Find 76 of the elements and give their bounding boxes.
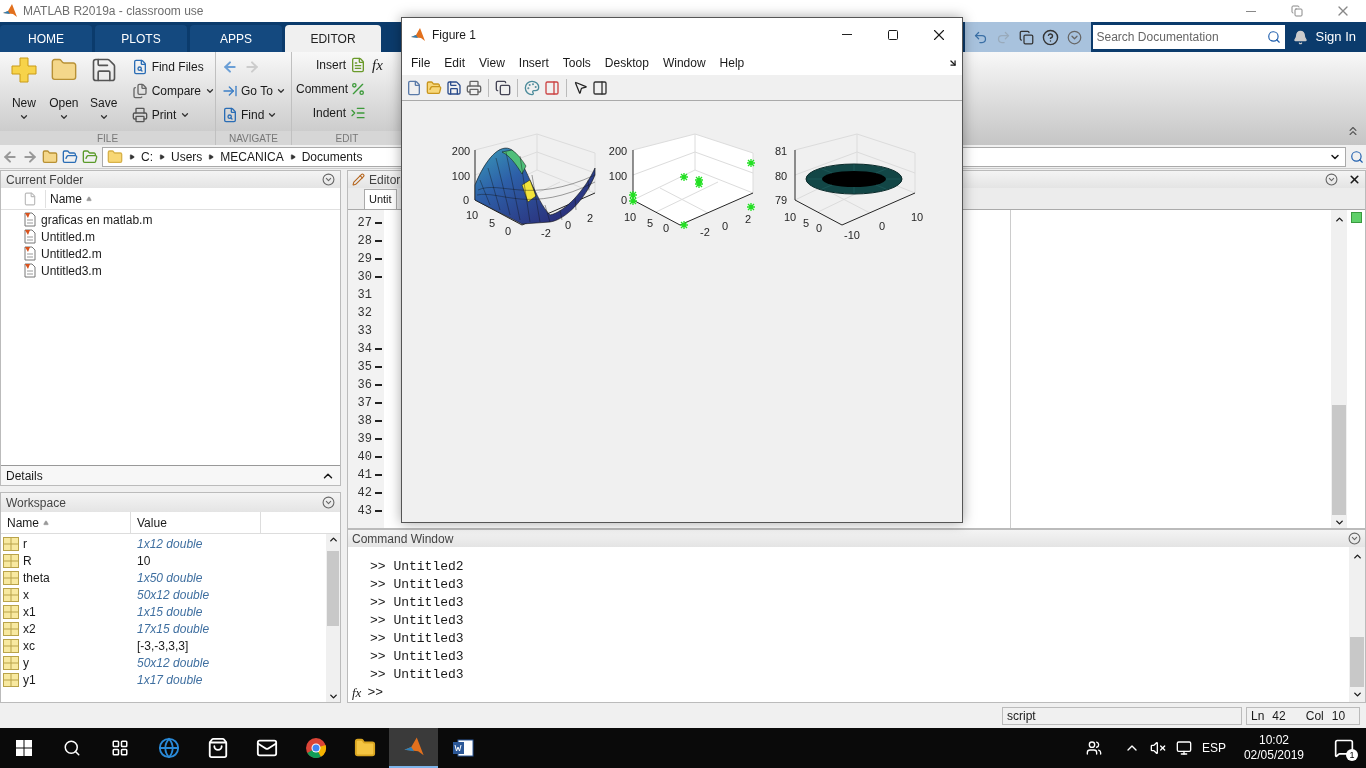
command-output: >> Untitled3 <box>370 666 465 684</box>
command-output: >> Untitled3 <box>370 648 465 666</box>
line-number: 40 <box>356 449 372 466</box>
line-number: 30 <box>356 269 372 286</box>
line-number: 31 <box>356 287 372 304</box>
status-field: script <box>1002 706 1242 725</box>
column-value: 10 <box>1331 707 1346 725</box>
tick-label: 0 <box>878 220 886 232</box>
variable-value: 17x15 double <box>136 620 210 638</box>
tick-label: 0 <box>462 194 470 206</box>
panel-title: Details <box>6 467 43 485</box>
line-number: 34 <box>356 341 372 358</box>
tick-label: 81 <box>774 145 788 157</box>
window-title: Figure 1 <box>432 26 477 44</box>
tick-label: 0 <box>721 220 729 232</box>
variable-value: 50x12 double <box>136 586 210 604</box>
command-output: >> Untitled2 <box>370 558 465 576</box>
tick-label: 100 <box>451 170 471 182</box>
tick-label: 2 <box>744 213 752 225</box>
tick-label: 5 <box>802 217 810 229</box>
tick-label: 10 <box>783 211 797 223</box>
tick-label: 0 <box>564 219 572 231</box>
tick-label: 0 <box>620 194 628 206</box>
panel-title: Command Window <box>352 530 454 548</box>
variable-value: 1x17 double <box>136 671 203 689</box>
status-label: Col <box>1305 707 1324 725</box>
tick-label: 10 <box>623 211 637 223</box>
panel-title: Editor <box>369 171 401 189</box>
variable-value: 50x12 double <box>136 654 210 672</box>
line-number: 27 <box>356 215 372 232</box>
tick-label: 5 <box>646 217 654 229</box>
command-output: >> Untitled3 <box>370 630 465 648</box>
line-number: 32 <box>356 305 372 322</box>
line-number: 38 <box>356 413 372 430</box>
section-label: FILE <box>0 131 215 145</box>
section-label: NAVIGATE <box>216 131 291 145</box>
line-number: 42 <box>356 485 372 502</box>
variable-value: 1x15 double <box>136 603 203 621</box>
tick-label: 0 <box>662 222 670 234</box>
line-number: 37 <box>356 395 372 412</box>
command-output: >> Untitled3 <box>370 594 465 612</box>
tick-label: 79 <box>774 194 788 206</box>
line-value: 42 <box>1272 707 1286 725</box>
tick-label: -2 <box>700 226 710 238</box>
tick-label: -10 <box>844 229 860 241</box>
command-output: >> Untitled3 <box>370 612 465 630</box>
line-number: 35 <box>356 359 372 376</box>
status-label: Ln <box>1251 707 1265 725</box>
variable-value: 1x50 double <box>136 569 203 587</box>
line-number: 43 <box>356 503 372 520</box>
tick-label: 0 <box>504 225 512 237</box>
tick-label: 80 <box>774 170 788 182</box>
variable-value: [-3,-3,3,3] <box>136 637 189 655</box>
line-number: 29 <box>356 251 372 268</box>
tick-label: 200 <box>608 145 628 157</box>
tick-label: 10 <box>910 211 924 223</box>
tick-label: 200 <box>451 145 471 157</box>
tick-label: 2 <box>586 212 594 224</box>
line-number: 39 <box>356 431 372 448</box>
variable-value: 10 <box>136 552 151 570</box>
tick-label: -2 <box>541 227 551 239</box>
tick-label: 0 <box>815 222 823 234</box>
command-output: >> Untitled3 <box>370 576 465 594</box>
line-number: 28 <box>356 233 372 250</box>
panel-title: Current Folder <box>6 171 84 189</box>
line-number: 36 <box>356 377 372 394</box>
tick-label: 100 <box>608 170 628 182</box>
notification-badge: 1 <box>1346 749 1358 761</box>
line-number: 41 <box>356 467 372 484</box>
section-label: EDIT <box>292 131 402 145</box>
window-title: MATLAB R2019a - classroom use <box>23 3 204 20</box>
tick-label: 10 <box>465 209 479 221</box>
variable-value: 1x12 double <box>136 535 203 553</box>
tick-label: 5 <box>488 217 496 229</box>
panel-title: Workspace <box>6 494 66 512</box>
line-number: 33 <box>356 323 372 340</box>
